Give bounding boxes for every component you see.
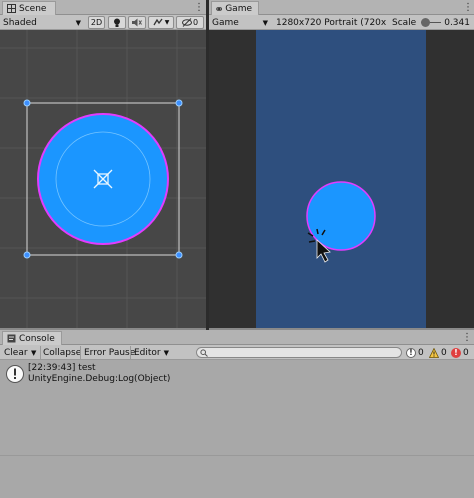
tab-game[interactable]: Game (211, 1, 259, 15)
scene-panel-menu-icon[interactable]: ⋮ (194, 2, 204, 13)
rect-handle-bottom-left[interactable] (23, 251, 31, 259)
error-count-toggle[interactable]: ! 0 (451, 346, 469, 359)
game-camera-area (256, 30, 426, 328)
scene-canvas (0, 30, 206, 328)
info-icon: ! (406, 347, 416, 358)
display-dropdown[interactable]: Game ▼ (209, 16, 271, 29)
info-icon (6, 365, 24, 383)
game-panel-menu-icon[interactable]: ⋮ (463, 2, 473, 13)
scene-toolbar: Shaded ▼ 2D ▼ 0 (0, 15, 206, 30)
chevron-down-icon: ▼ (163, 348, 170, 357)
error-count: 0 (463, 347, 469, 358)
scale-label: Scale (392, 17, 417, 28)
error-pause-toggle[interactable]: Error Pause (82, 346, 137, 359)
scene-viewport[interactable] (0, 30, 206, 328)
scale-control: Scale 0.341 (389, 16, 474, 29)
console-log-entry[interactable]: [22:39:43] test UnityEngine.Debug:Log(Ob… (0, 361, 474, 389)
chevron-down-icon: ▼ (262, 18, 268, 27)
game-toolbar: Game ▼ 1280x720 Portrait (720x1 Scale 0.… (209, 15, 474, 30)
log-stacktrace: UnityEngine.Debug:Log(Object) (28, 374, 171, 384)
clear-label: Clear (4, 347, 28, 358)
clear-button[interactable]: Clear (2, 346, 30, 359)
warning-count: 0 (441, 347, 447, 358)
info-count-toggle[interactable]: ! 0 (406, 346, 424, 359)
scene-grid-icon (7, 4, 16, 13)
chevron-down-icon: ▼ (31, 348, 37, 357)
console-panel-menu-icon[interactable]: ⋮ (462, 332, 472, 343)
log-message: [22:39:43] test (28, 363, 96, 373)
game-canvas (256, 30, 426, 328)
error-icon: ! (451, 347, 461, 358)
speaker-icon (132, 18, 142, 27)
toggle-2d-label: 2D (90, 18, 103, 27)
shading-mode-value: Shaded (3, 17, 37, 28)
toolbar-divider (80, 346, 81, 359)
tab-console-label: Console (19, 333, 55, 344)
audio-toggle-button[interactable] (128, 16, 146, 29)
gamepad-icon (216, 6, 222, 11)
resolution-dropdown[interactable]: 1280x720 Portrait (720x1 (273, 16, 387, 29)
scene-tab-strip: Scene ⋮ (0, 0, 206, 15)
console-panel: Console ⋮ Clear ▼ Collapse Error Pause E… (0, 330, 474, 498)
game-tab-strip: Game ⋮ (209, 0, 474, 15)
toolbar-divider (130, 346, 131, 359)
chevron-down-icon: ▼ (75, 18, 81, 27)
tab-game-label: Game (225, 3, 252, 14)
clear-options-dropdown[interactable]: ▼ (29, 346, 39, 359)
toggle-2d-button[interactable]: 2D (88, 16, 105, 29)
effects-dropdown-button[interactable]: ▼ (148, 16, 174, 29)
editor-label: Editor (134, 347, 161, 358)
scale-slider[interactable] (421, 17, 442, 28)
tab-scene[interactable]: Scene (2, 1, 56, 15)
console-search-input[interactable] (196, 347, 402, 358)
console-icon (7, 334, 16, 343)
scale-value: 0.341 (444, 17, 470, 28)
collapse-toggle[interactable]: Collapse (41, 346, 83, 359)
tab-scene-label: Scene (19, 3, 47, 14)
rect-handle-top-left[interactable] (23, 99, 31, 107)
lightbulb-icon (114, 18, 120, 27)
hidden-objects-button[interactable]: 0 (176, 16, 204, 29)
eye-slash-icon (181, 18, 192, 27)
resolution-value: 1280x720 Portrait (720x1 (276, 17, 387, 28)
rect-handle-bottom-right[interactable] (175, 251, 183, 259)
error-pause-label: Error Pause (84, 347, 136, 358)
collapse-label: Collapse (43, 347, 82, 358)
console-detail-divider[interactable] (0, 455, 474, 456)
console-toolbar: Clear ▼ Collapse Error Pause Editor ▼ ! … (0, 345, 474, 360)
gizmos-count: 0 (192, 18, 199, 27)
effects-icon (153, 18, 163, 26)
warning-count-toggle[interactable]: 0 (429, 346, 447, 359)
editor-target-dropdown[interactable]: Editor ▼ (132, 346, 171, 359)
search-icon (200, 349, 208, 357)
shading-mode-dropdown[interactable]: Shaded ▼ (0, 16, 84, 29)
warning-icon (429, 347, 439, 358)
scale-slider-thumb[interactable] (421, 18, 431, 27)
rect-handle-top-right[interactable] (175, 99, 183, 107)
tab-console[interactable]: Console (2, 331, 62, 345)
console-tab-strip: Console ⋮ (0, 330, 474, 345)
chevron-down-icon: ▼ (164, 19, 170, 26)
display-value: Game (212, 17, 239, 28)
lighting-toggle-button[interactable] (108, 16, 126, 29)
game-viewport[interactable] (209, 30, 474, 328)
info-count: 0 (418, 347, 424, 358)
